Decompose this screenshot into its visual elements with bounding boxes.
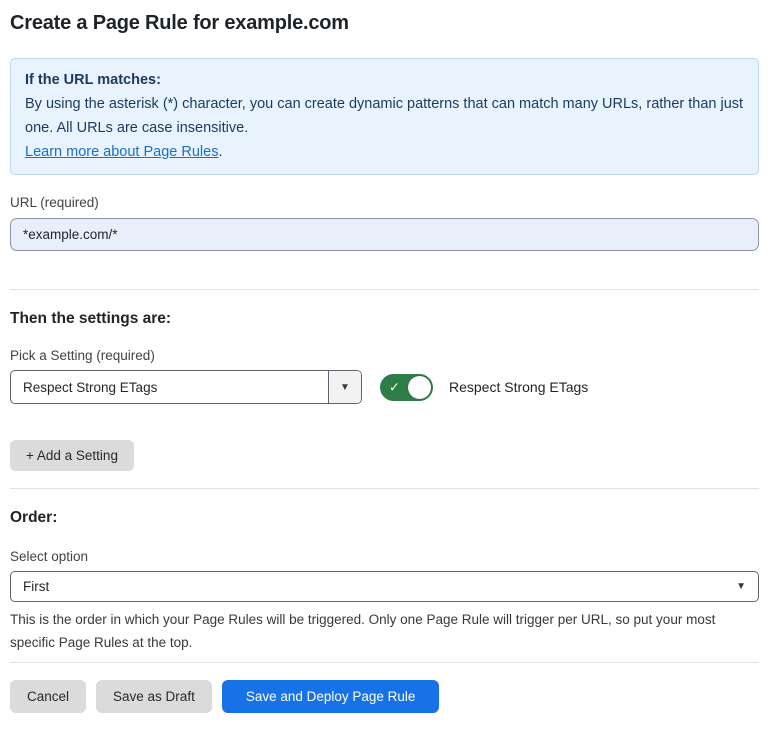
info-box-heading: If the URL matches: — [25, 68, 744, 92]
order-help-text: This is the order in which your Page Rul… — [10, 608, 759, 654]
cancel-button[interactable]: Cancel — [10, 680, 86, 713]
footer-divider — [10, 662, 759, 663]
url-matches-info-box: If the URL matches: By using the asteris… — [10, 58, 759, 175]
order-select-label: Select option — [10, 549, 759, 564]
info-box-body: By using the asterisk (*) character, you… — [25, 92, 744, 140]
save-draft-button[interactable]: Save as Draft — [96, 680, 212, 713]
order-select[interactable]: First ▼ — [10, 571, 759, 602]
page-rule-form: Create a Page Rule for example.com If th… — [0, 12, 769, 713]
order-section-heading: Order: — [10, 509, 759, 527]
etags-toggle[interactable]: ✓ — [380, 374, 433, 401]
check-icon: ✓ — [389, 381, 400, 394]
order-select-value: First — [23, 579, 49, 594]
save-deploy-button[interactable]: Save and Deploy Page Rule — [222, 680, 440, 713]
setting-select-value: Respect Strong ETags — [11, 371, 328, 403]
section-divider — [10, 289, 759, 290]
url-field-label: URL (required) — [10, 195, 759, 210]
settings-section-heading: Then the settings are: — [10, 310, 759, 328]
url-input[interactable] — [10, 218, 759, 251]
setting-picker-label: Pick a Setting (required) — [10, 348, 759, 363]
page-title: Create a Page Rule for example.com — [10, 12, 759, 35]
setting-select-arrow-segment[interactable]: ▼ — [328, 371, 361, 403]
add-setting-button[interactable]: + Add a Setting — [10, 440, 134, 471]
learn-more-link[interactable]: Learn more about Page Rules — [25, 144, 218, 160]
toggle-label: Respect Strong ETags — [449, 379, 588, 395]
toggle-knob — [408, 376, 431, 399]
chevron-down-icon: ▼ — [736, 581, 746, 592]
info-box-link-line: Learn more about Page Rules. — [25, 140, 744, 164]
footer-actions: Cancel Save as Draft Save and Deploy Pag… — [10, 680, 759, 713]
setting-select[interactable]: Respect Strong ETags ▼ — [10, 370, 362, 404]
setting-row: Respect Strong ETags ▼ ✓ Respect Strong … — [10, 370, 759, 404]
chevron-down-icon: ▼ — [340, 382, 350, 393]
section-divider — [10, 488, 759, 489]
link-suffix: . — [218, 144, 222, 160]
